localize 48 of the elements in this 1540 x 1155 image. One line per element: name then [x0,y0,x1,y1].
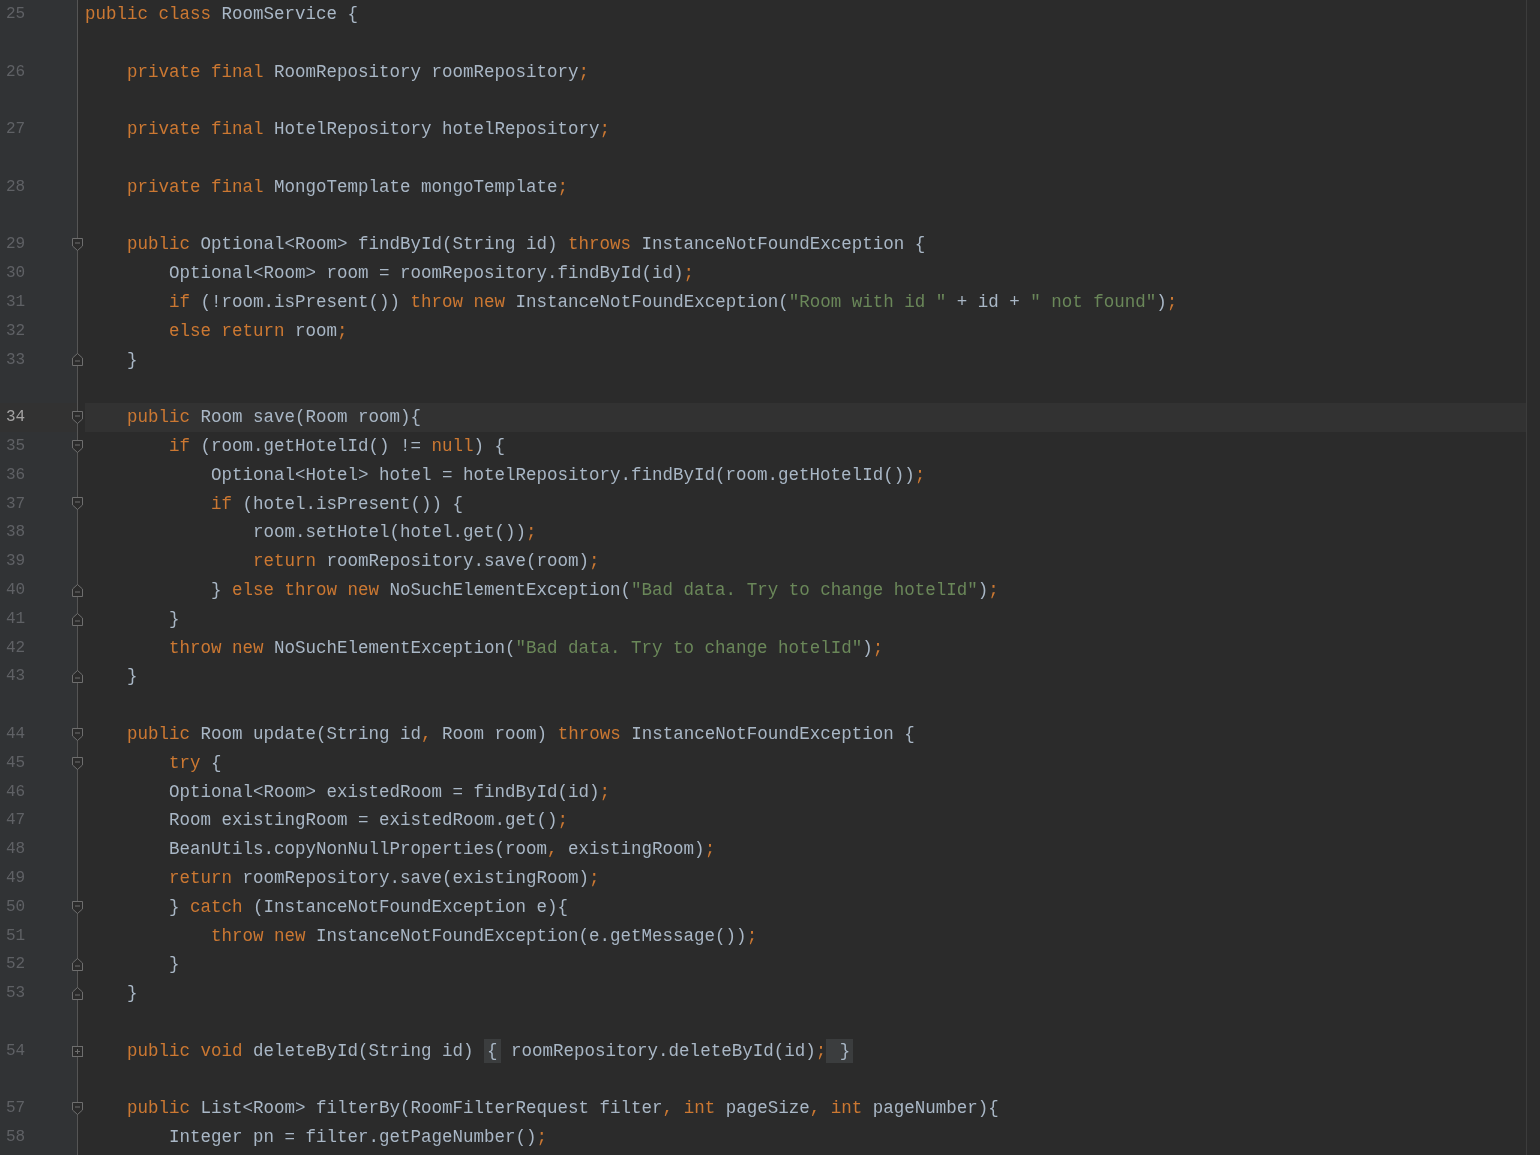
code-line: if (!room.isPresent()) throw new InstanceNotFoundException("Room with id " + id + " not found"); [168,290,1178,314]
code-line: } [168,953,180,977]
code-line: public Room update(String id, Room room) throws InstanceNotFoundException { [126,722,915,746]
fold-end-icon[interactable] [72,583,83,597]
code-line: } else throw new NoSuchElementException("Bad data. Try to change hotelId"); [210,578,999,602]
fold-icon[interactable] [72,238,83,252]
fold-icon[interactable] [72,439,83,453]
code-line: public Optional<Room> findById(String id) throws InstanceNotFoundException { [126,233,926,257]
fold-icon[interactable] [72,756,83,770]
code-line: private final MongoTemplate mongoTemplate; [126,175,569,199]
code-line: private final HotelRepository hotelRepository; [126,118,611,142]
code-line: return roomRepository.save(existingRoom); [168,866,600,890]
code-line: Optional<Room> existedRoom = findById(id); [168,780,611,804]
code-line: return roomRepository.save(room); [252,550,600,574]
fold-icon[interactable] [72,1102,83,1116]
code-line: } [126,982,138,1006]
code-line: Optional<Room> room = roomRepository.findById(id); [168,262,695,286]
expand-icon[interactable] [72,1045,83,1057]
code-line: throw new InstanceNotFoundException(e.getMessage()); [210,924,758,948]
fold-icon[interactable] [72,727,83,741]
code-line: } catch (InstanceNotFoundException e){ [168,895,569,919]
code-line: public void deleteById(String id) { roomRepository.deleteById(id); } [85,1036,854,1066]
fold-icon[interactable] [72,497,83,511]
code-line: throw new NoSuchElementException("Bad data. Try to change hotelId"); [168,636,884,660]
code-line: BeanUtils.copyNonNullProperties(room, existingRoom); [168,838,716,862]
fold-icon[interactable] [72,900,83,914]
code-line: Integer pn = filter.getPageNumber(); [168,1126,548,1150]
code-line: room.setHotel(hotel.get()); [252,521,537,545]
code-line: } [168,607,180,631]
code-line: Room existingRoom = existedRoom.get(); [168,809,569,833]
fold-end-icon[interactable] [72,958,83,972]
fold-end-icon[interactable] [72,353,83,367]
code-line: else return room; [168,319,348,343]
code-line: if (room.getHotelId() != null) { [168,434,506,458]
line-number: 34 [5,407,26,429]
fold-end-icon[interactable] [72,670,83,684]
code-line: public Room save(Room room){ [126,406,422,430]
code-line: } [126,665,138,689]
code-line: private final RoomRepository roomRepository; [126,60,590,84]
code-line: if (hotel.isPresent()) { [210,492,464,516]
code-line: Optional<Hotel> hotel = hotelRepository.findById(room.getHotelId()); [210,463,926,487]
code-line: } [126,348,138,372]
code-line: public class RoomService { [85,3,359,26]
fold-icon[interactable] [72,411,83,425]
code-line: public List<Room> filterBy(RoomFilterRequest filter, int pageSize, int pageNumber){ [126,1097,999,1121]
code-line: try { [168,751,222,775]
fold-end-icon[interactable] [72,612,83,626]
fold-end-icon[interactable] [72,987,83,1000]
